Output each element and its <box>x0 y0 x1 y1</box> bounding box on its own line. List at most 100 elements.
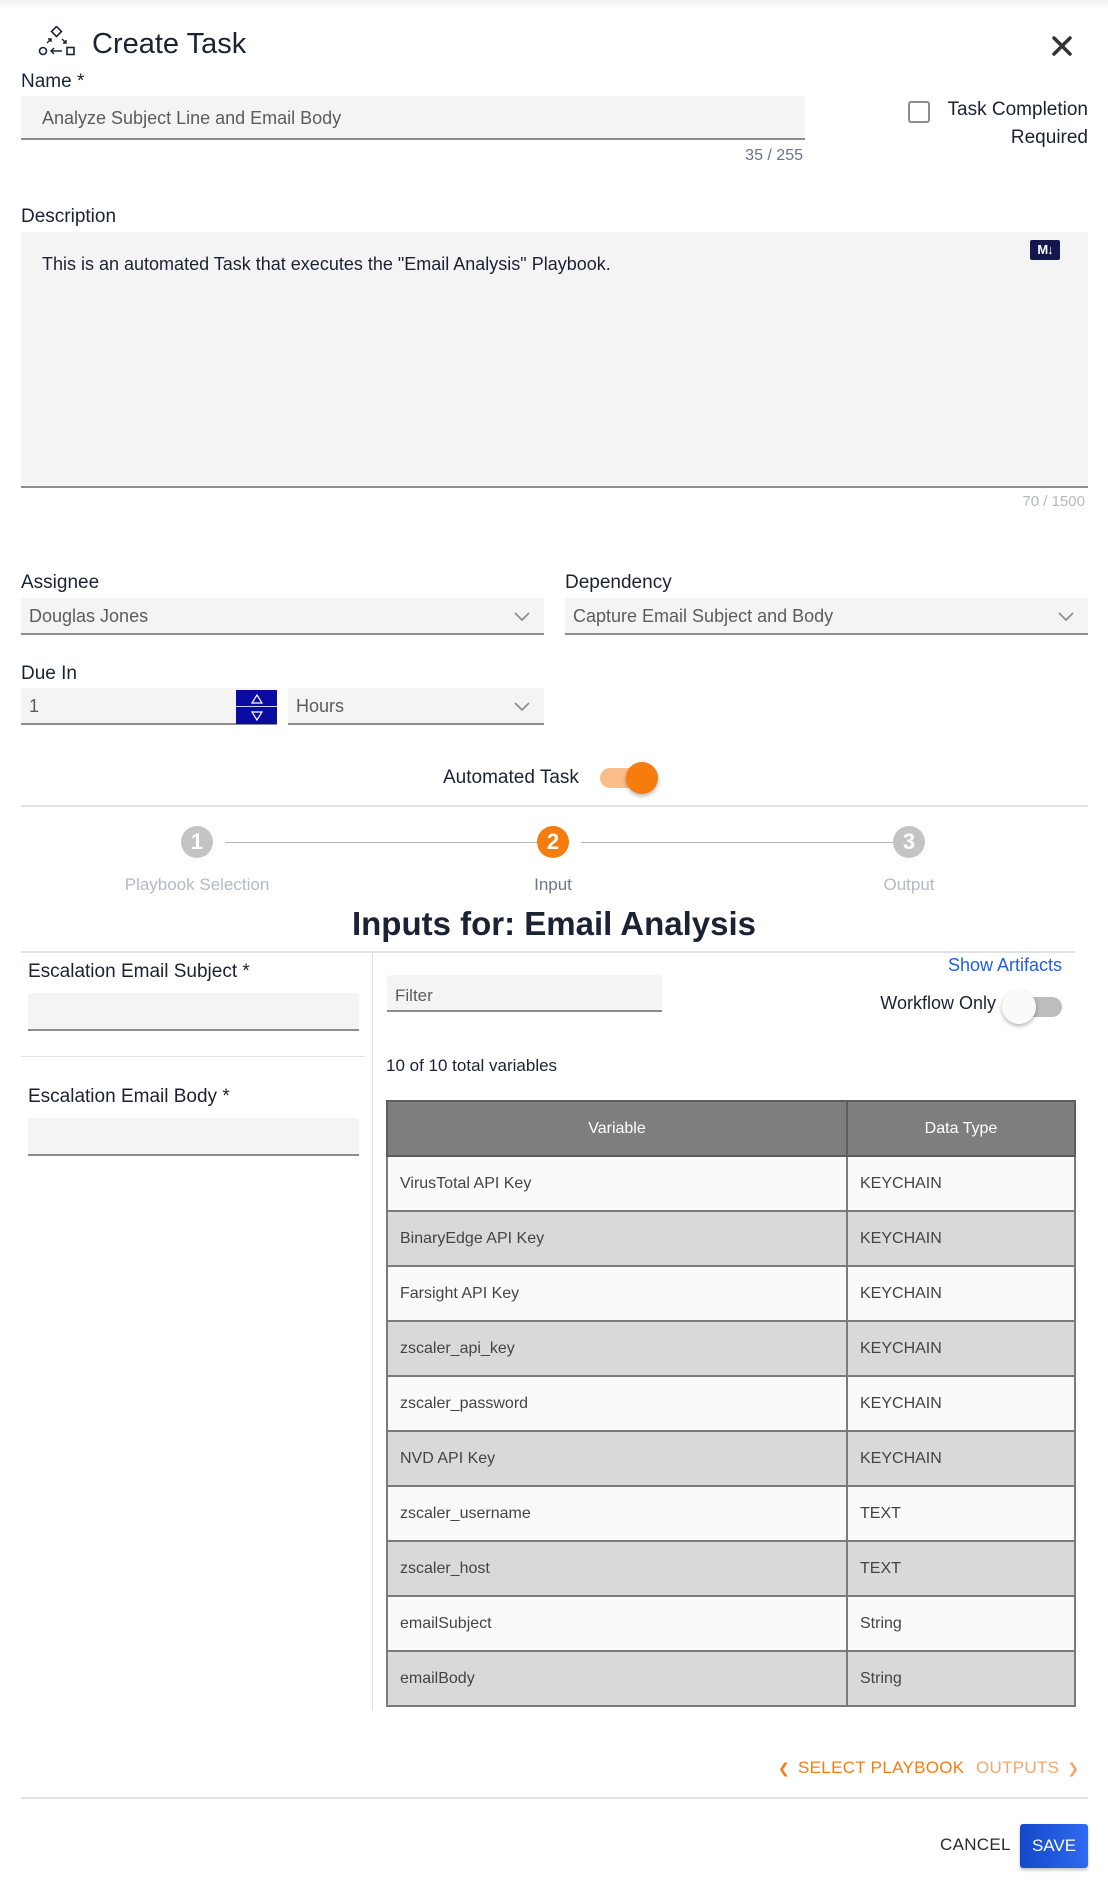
name-input[interactable]: Analyze Subject Line and Email Body <box>21 96 805 140</box>
variable-name-cell: VirusTotal API Key <box>386 1155 848 1212</box>
data-type-cell: KEYCHAIN <box>846 1375 1076 1432</box>
filter-input[interactable]: Filter <box>387 975 662 1012</box>
table-row[interactable]: zscaler_password KEYCHAIN <box>386 1375 1076 1432</box>
task-completion-label: Task Completion Required <box>930 96 1088 152</box>
variable-name-cell: NVD API Key <box>386 1430 848 1487</box>
automated-task-label: Automated Task <box>443 767 579 788</box>
close-icon[interactable] <box>1048 32 1076 60</box>
markdown-icon[interactable]: M↓ <box>1030 240 1060 260</box>
table-row[interactable]: VirusTotal API Key KEYCHAIN <box>386 1155 1076 1212</box>
dependency-label: Dependency <box>565 572 672 593</box>
variable-name-cell: zscaler_password <box>386 1375 848 1432</box>
data-type-cell: KEYCHAIN <box>846 1210 1076 1267</box>
description-text: This is an automated Task that executes … <box>42 254 611 274</box>
workflow-icon <box>38 26 75 56</box>
step-connector <box>581 842 893 843</box>
data-type-cell: KEYCHAIN <box>846 1320 1076 1377</box>
step-3-circle[interactable]: 3 <box>893 826 925 858</box>
step-2-circle[interactable]: 2 <box>537 826 569 858</box>
chevron-down-icon <box>514 702 530 712</box>
increment-button[interactable] <box>236 690 277 707</box>
description-label: Description <box>21 206 117 227</box>
due-in-label: Due In <box>21 663 77 684</box>
variables-count: 10 of 10 total variables <box>386 1056 558 1075</box>
variable-name-cell: zscaler_host <box>386 1540 848 1597</box>
table-row[interactable]: zscaler_username TEXT <box>386 1485 1076 1542</box>
decrement-button[interactable] <box>236 707 277 724</box>
task-completion-checkbox[interactable] <box>908 101 930 123</box>
variables-table-body: VirusTotal API Key KEYCHAIN BinaryEdge API… <box>386 1155 1076 1707</box>
footer-divider <box>21 1797 1088 1799</box>
due-in-unit-select[interactable]: Hours <box>288 688 544 725</box>
top-shadow <box>0 0 1108 10</box>
outputs-button[interactable]: OUTPUTS ❯ <box>976 1758 1079 1778</box>
triangle-down-icon <box>250 710 263 721</box>
show-artifacts-link[interactable]: Show Artifacts <box>900 955 1062 976</box>
chevron-right-icon: ❯ <box>1067 1760 1080 1776</box>
name-char-counter: 35 / 255 <box>745 147 803 164</box>
table-row[interactable]: NVD API Key KEYCHAIN <box>386 1430 1076 1487</box>
column-divider <box>372 952 373 1710</box>
due-in-spinner[interactable] <box>236 690 277 724</box>
name-input-value: Analyze Subject Line and Email Body <box>42 108 342 128</box>
data-type-cell: KEYCHAIN <box>846 1430 1076 1487</box>
data-type-cell: KEYCHAIN <box>846 1155 1076 1212</box>
select-playbook-button[interactable]: ❮ SELECT PLAYBOOK <box>778 1758 964 1778</box>
escalation-subject-label: Escalation Email Subject * <box>28 961 250 982</box>
toggle-knob <box>1002 990 1036 1024</box>
escalation-body-input[interactable] <box>28 1118 359 1156</box>
toggle-knob <box>626 762 658 794</box>
step-3-label[interactable]: Output <box>789 875 1029 895</box>
inputs-heading: Inputs for: Email Analysis <box>351 905 757 942</box>
variable-name-cell: zscaler_api_key <box>386 1320 848 1377</box>
task-completion-label-line2: Required <box>1010 127 1088 148</box>
triangle-up-icon <box>250 693 263 704</box>
cancel-button[interactable]: CANCEL <box>940 1835 1011 1855</box>
variable-name-cell: zscaler_username <box>386 1485 848 1542</box>
table-row[interactable]: emailSubject String <box>386 1595 1076 1652</box>
select-playbook-label: SELECT PLAYBOOK <box>798 1758 965 1777</box>
variable-name-cell: emailSubject <box>386 1595 848 1652</box>
workflow-only-toggle[interactable] <box>1000 990 1064 1024</box>
chevron-down-icon <box>1058 612 1074 622</box>
variable-name-cell: BinaryEdge API Key <box>386 1210 848 1267</box>
assignee-select[interactable]: Douglas Jones <box>21 598 544 635</box>
table-row[interactable]: zscaler_api_key KEYCHAIN <box>386 1320 1076 1377</box>
step-1-circle[interactable]: 1 <box>181 826 213 858</box>
data-type-cell: KEYCHAIN <box>846 1265 1076 1322</box>
field-divider <box>21 1056 365 1057</box>
chevron-down-icon <box>514 612 530 622</box>
section-divider <box>21 805 1088 807</box>
automated-task-toggle[interactable] <box>598 762 660 794</box>
variable-name-cell: emailBody <box>386 1650 848 1707</box>
data-type-cell: TEXT <box>846 1540 1076 1597</box>
table-row[interactable]: emailBody String <box>386 1650 1076 1707</box>
inputs-divider <box>21 951 1075 953</box>
table-row[interactable]: Farsight API Key KEYCHAIN <box>386 1265 1076 1322</box>
variable-name-cell: Farsight API Key <box>386 1265 848 1322</box>
data-type-cell: String <box>846 1595 1076 1652</box>
escalation-subject-input[interactable] <box>28 993 359 1031</box>
save-button[interactable]: SAVE <box>1020 1824 1088 1868</box>
outputs-label: OUTPUTS <box>976 1758 1060 1777</box>
dialog-title: Create Task <box>92 28 247 60</box>
escalation-body-label: Escalation Email Body * <box>28 1086 230 1107</box>
variables-table: Variable Data Type VirusTotal API Key KEY… <box>386 1100 1076 1707</box>
column-header-data-type[interactable]: Data Type <box>846 1100 1076 1157</box>
assignee-label: Assignee <box>21 572 100 593</box>
table-header-row: Variable Data Type <box>386 1100 1076 1157</box>
column-header-variable[interactable]: Variable <box>386 1100 848 1157</box>
chevron-left-icon: ❮ <box>778 1760 791 1776</box>
data-type-cell: String <box>846 1650 1076 1707</box>
data-type-cell: TEXT <box>846 1485 1076 1542</box>
step-1-label[interactable]: Playbook Selection <box>77 875 317 895</box>
task-completion-label-line1: Task Completion <box>947 99 1088 120</box>
filter-placeholder: Filter <box>395 986 433 1005</box>
table-row[interactable]: BinaryEdge API Key KEYCHAIN <box>386 1210 1076 1267</box>
workflow-only-label: Workflow Only <box>880 993 996 1013</box>
dependency-select[interactable]: Capture Email Subject and Body <box>565 598 1088 635</box>
step-2-label[interactable]: Input <box>433 875 673 895</box>
table-row[interactable]: zscaler_host TEXT <box>386 1540 1076 1597</box>
step-connector <box>225 842 537 843</box>
due-in-value: 1 <box>29 696 40 716</box>
